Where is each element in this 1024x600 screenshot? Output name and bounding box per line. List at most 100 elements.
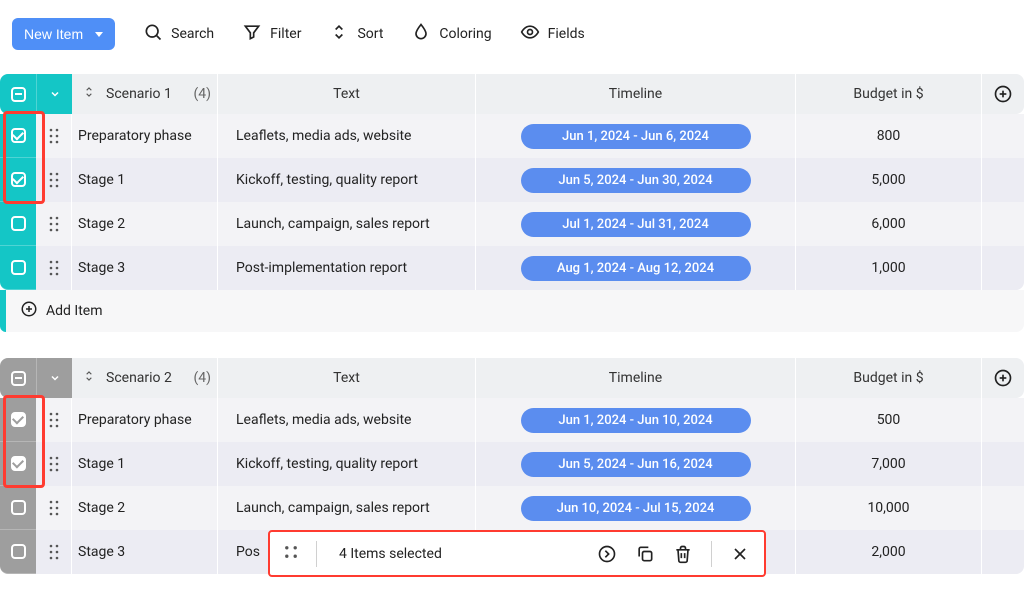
row-budget-cell[interactable]: 500 — [796, 398, 982, 442]
new-item-button[interactable]: New Item — [12, 18, 115, 50]
row-timeline-cell[interactable]: Jul 1, 2024 - Jul 31, 2024 — [476, 202, 796, 246]
divider — [711, 541, 712, 567]
row-name-cell[interactable]: Stage 1 — [72, 442, 218, 486]
row-drag-handle[interactable] — [36, 530, 72, 574]
row-checkbox[interactable] — [0, 442, 36, 486]
row-timeline-cell[interactable]: Jun 1, 2024 - Jun 10, 2024 — [476, 398, 796, 442]
row-text-cell[interactable]: Kickoff, testing, quality report — [218, 442, 476, 486]
column-header-timeline[interactable]: Timeline — [476, 358, 796, 398]
row-text-cell[interactable]: Launch, campaign, sales report — [218, 486, 476, 530]
row-end-cell — [982, 114, 1024, 158]
column-header-text[interactable]: Text — [218, 74, 476, 114]
row-end-cell — [982, 442, 1024, 486]
sort-icon — [329, 22, 349, 46]
add-column-button[interactable] — [982, 74, 1024, 114]
group-scenario-1: Scenario 1 (4) Text Timeline Budget in $… — [0, 74, 1024, 332]
column-header-budget[interactable]: Budget in $ — [796, 358, 982, 398]
timeline-pill: Aug 1, 2024 - Aug 12, 2024 — [521, 256, 751, 281]
timeline-pill: Jun 1, 2024 - Jun 6, 2024 — [521, 124, 751, 149]
row-drag-handle[interactable] — [36, 158, 72, 202]
row-text-cell[interactable]: Leaflets, media ads, website — [218, 114, 476, 158]
row-timeline-cell[interactable]: Aug 1, 2024 - Aug 12, 2024 — [476, 246, 796, 290]
row-budget-cell[interactable]: 800 — [796, 114, 982, 158]
column-header-budget[interactable]: Budget in $ — [796, 74, 982, 114]
row-checkbox[interactable] — [0, 158, 36, 202]
row-checkbox[interactable] — [0, 114, 36, 158]
row-drag-handle[interactable] — [36, 114, 72, 158]
group-header: Scenario 2 (4) Text Timeline Budget in $ — [0, 358, 1024, 398]
drag-handle-icon[interactable] — [284, 545, 298, 563]
timeline-pill: Jun 1, 2024 - Jun 10, 2024 — [521, 408, 751, 433]
row-timeline-cell[interactable]: Jun 5, 2024 - Jun 16, 2024 — [476, 442, 796, 486]
add-column-button[interactable] — [982, 358, 1024, 398]
group-title-cell[interactable]: Scenario 1 (4) — [72, 74, 218, 114]
delete-button[interactable] — [673, 544, 693, 564]
row-checkbox[interactable] — [0, 530, 36, 574]
row-text-cell[interactable]: Kickoff, testing, quality report — [218, 158, 476, 202]
row-timeline-cell[interactable]: Jun 1, 2024 - Jun 6, 2024 — [476, 114, 796, 158]
fields-icon — [520, 22, 540, 46]
selection-toolbar[interactable]: 4 Items selected — [268, 530, 766, 577]
checkbox-icon — [11, 260, 26, 275]
duplicate-button[interactable] — [635, 544, 655, 564]
search-icon — [143, 22, 163, 46]
row-drag-handle[interactable] — [36, 246, 72, 290]
row-budget-cell[interactable]: 7,000 — [796, 442, 982, 486]
filter-button[interactable]: Filter — [242, 22, 301, 46]
fields-button[interactable]: Fields — [520, 22, 585, 46]
row-text-cell[interactable]: Launch, campaign, sales report — [218, 202, 476, 246]
row-end-cell — [982, 158, 1024, 202]
sort-label: Sort — [357, 26, 383, 42]
row-checkbox[interactable] — [0, 398, 36, 442]
add-item-row[interactable]: Add Item — [0, 290, 1024, 332]
close-selection-button[interactable] — [730, 544, 750, 564]
column-reorder-icon — [82, 85, 96, 103]
row-budget-cell[interactable]: 2,000 — [796, 530, 982, 574]
chevron-down-icon — [49, 372, 61, 384]
row-name-cell[interactable]: Stage 2 — [72, 486, 218, 530]
row-end-cell — [982, 202, 1024, 246]
row-name-cell[interactable]: Preparatory phase — [72, 398, 218, 442]
row-timeline-cell[interactable]: Jun 5, 2024 - Jun 30, 2024 — [476, 158, 796, 202]
group-collapse-toggle[interactable] — [36, 358, 72, 398]
row-drag-handle[interactable] — [36, 486, 72, 530]
row-end-cell — [982, 398, 1024, 442]
group-collapse-toggle[interactable] — [36, 74, 72, 114]
group-select-all[interactable] — [0, 74, 36, 114]
checkbox-icon — [11, 216, 26, 231]
row-budget-cell[interactable]: 5,000 — [796, 158, 982, 202]
row-name-cell[interactable]: Stage 3 — [72, 530, 218, 574]
group-select-all[interactable] — [0, 358, 36, 398]
row-checkbox[interactable] — [0, 246, 36, 290]
row-drag-handle[interactable] — [36, 202, 72, 246]
coloring-button[interactable]: Coloring — [411, 22, 491, 46]
row-timeline-cell[interactable]: Jun 10, 2024 - Jul 15, 2024 — [476, 486, 796, 530]
row-checkbox[interactable] — [0, 202, 36, 246]
column-reorder-icon — [82, 369, 96, 387]
column-header-text[interactable]: Text — [218, 358, 476, 398]
column-header-timeline[interactable]: Timeline — [476, 74, 796, 114]
search-button[interactable]: Search — [143, 22, 214, 46]
group-rows: Preparatory phase Leaflets, media ads, w… — [0, 114, 1024, 290]
row-name-cell[interactable]: Preparatory phase — [72, 114, 218, 158]
row-budget-cell[interactable]: 10,000 — [796, 486, 982, 530]
main-toolbar: New Item Search Filter Sort Coloring Fie… — [0, 0, 1024, 74]
row-text-cell[interactable]: Post-implementation report — [218, 246, 476, 290]
row-budget-cell[interactable]: 1,000 — [796, 246, 982, 290]
row-text-cell[interactable]: Leaflets, media ads, website — [218, 398, 476, 442]
row-drag-handle[interactable] — [36, 442, 72, 486]
row-drag-handle[interactable] — [36, 398, 72, 442]
group-title-cell[interactable]: Scenario 2 (4) — [72, 358, 218, 398]
table-row: Stage 2 Launch, campaign, sales report J… — [0, 486, 1024, 530]
group-count: (4) — [193, 86, 211, 102]
row-checkbox[interactable] — [0, 486, 36, 530]
checkbox-checked-icon — [11, 172, 26, 187]
row-name-cell[interactable]: Stage 2 — [72, 202, 218, 246]
row-budget-cell[interactable]: 6,000 — [796, 202, 982, 246]
filter-icon — [242, 22, 262, 46]
row-name-cell[interactable]: Stage 3 — [72, 246, 218, 290]
move-to-button[interactable] — [597, 544, 617, 564]
row-name-cell[interactable]: Stage 1 — [72, 158, 218, 202]
group-rows: Preparatory phase Leaflets, media ads, w… — [0, 398, 1024, 574]
sort-button[interactable]: Sort — [329, 22, 383, 46]
